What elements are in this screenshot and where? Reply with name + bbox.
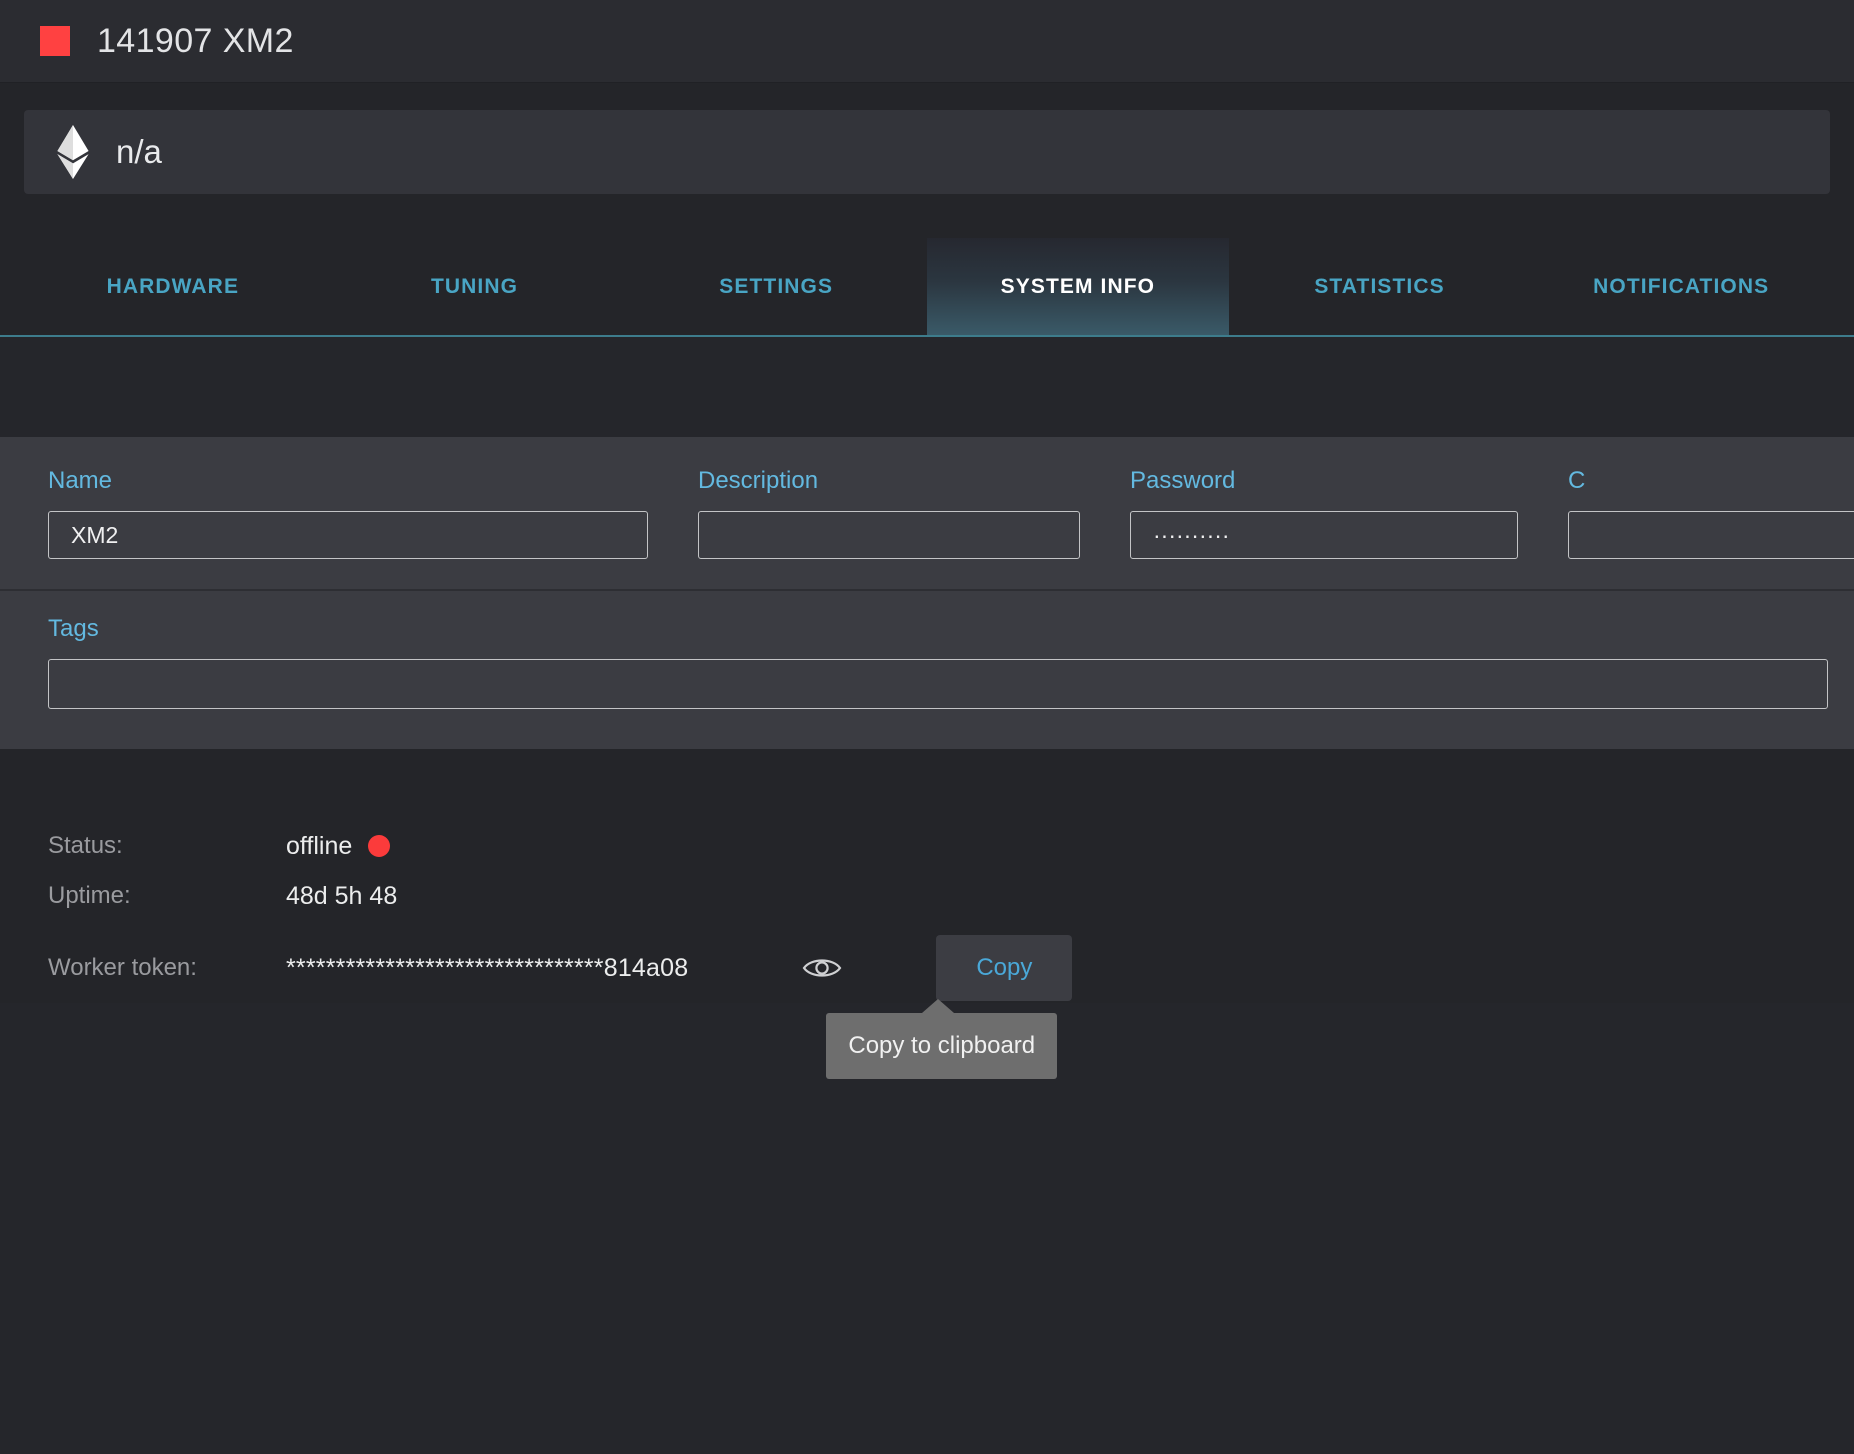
- name-label: Name: [48, 467, 113, 494]
- extra-input[interactable]: [1568, 511, 1854, 559]
- field-name: Name: [48, 469, 648, 559]
- tabs-container: HARDWARE TUNING SETTINGS SYSTEM INFO STA…: [0, 194, 1854, 337]
- tags-panel: Tags: [0, 589, 1854, 749]
- coinbar-container: n/a: [0, 83, 1854, 194]
- worker-token-value: ********************************814a08: [286, 953, 689, 982]
- eye-icon[interactable]: [800, 946, 844, 990]
- uptime-value: 48d 5h 48: [286, 881, 398, 910]
- status-key: Status:: [48, 832, 123, 859]
- settings-form-panel: Name Description Password C: [0, 437, 1854, 589]
- status-value: offline: [286, 831, 353, 860]
- tab-hardware[interactable]: HARDWARE: [22, 238, 324, 335]
- coin-selector-bar[interactable]: n/a: [24, 110, 1830, 194]
- worker-token-row: Worker token: **************************…: [48, 933, 1854, 1079]
- tab-statistics[interactable]: STATISTICS: [1229, 238, 1531, 335]
- description-label: Description: [698, 467, 819, 494]
- copy-button-wrapper: Copy Copy to clipboard: [826, 935, 1073, 1079]
- status-row: Status: offline: [48, 821, 1854, 871]
- worker-token-key: Worker token:: [48, 954, 197, 981]
- page-title: 141907 XM2: [97, 21, 294, 60]
- coin-label: n/a: [116, 133, 162, 170]
- red-square-status-icon: [40, 26, 70, 56]
- tab-bar: HARDWARE TUNING SETTINGS SYSTEM INFO STA…: [0, 238, 1854, 337]
- name-input[interactable]: [48, 511, 648, 559]
- tags-label: Tags: [48, 615, 99, 642]
- tab-notifications[interactable]: NOTIFICATIONS: [1530, 238, 1832, 335]
- status-dot-icon: [368, 835, 391, 857]
- uptime-row: Uptime: 48d 5h 48: [48, 871, 1854, 921]
- copy-button[interactable]: Copy: [936, 935, 1073, 1001]
- extra-label: C: [1568, 467, 1586, 494]
- system-info-section: Status: offline Uptime: 48d 5h 48 Worker…: [0, 749, 1854, 1079]
- tags-input[interactable]: [48, 659, 1828, 709]
- ethereum-icon: [57, 125, 89, 179]
- field-password: Password: [1130, 469, 1518, 559]
- tab-tuning[interactable]: TUNING: [324, 238, 626, 335]
- tab-system-info[interactable]: SYSTEM INFO: [927, 238, 1229, 335]
- copy-tooltip: Copy to clipboard: [826, 999, 1058, 1079]
- tab-settings[interactable]: SETTINGS: [625, 238, 927, 335]
- password-label: Password: [1130, 467, 1236, 494]
- status-badge: offline: [286, 831, 391, 861]
- uptime-key: Uptime:: [48, 882, 131, 909]
- field-extra: C: [1568, 469, 1854, 559]
- app-header: 141907 XM2: [0, 0, 1854, 83]
- field-description: Description: [698, 469, 1080, 559]
- password-input[interactable]: [1130, 511, 1518, 559]
- description-input[interactable]: [698, 511, 1080, 559]
